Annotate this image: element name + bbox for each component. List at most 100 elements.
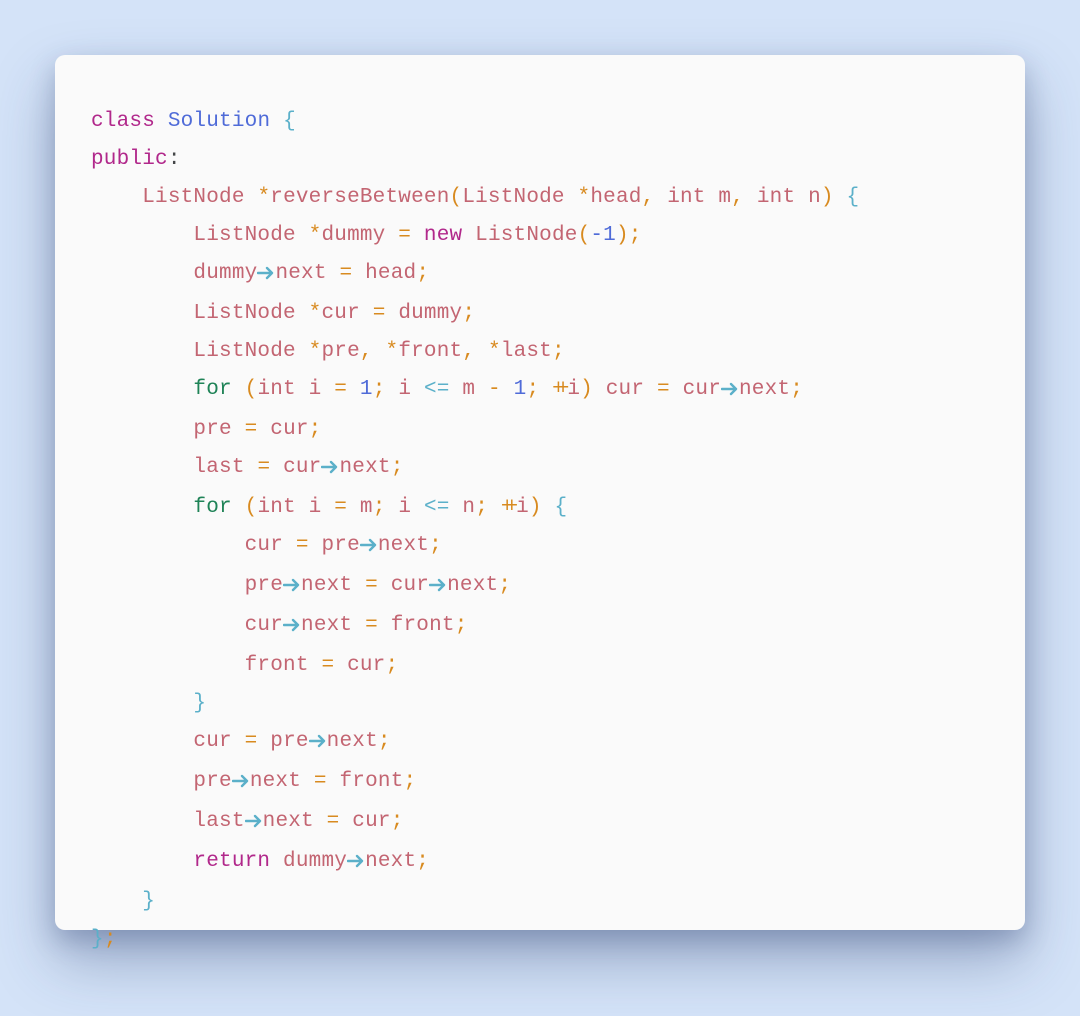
member-next: next [250, 770, 301, 793]
type-listnode: ListNode [462, 186, 564, 209]
member-next: next [275, 262, 326, 285]
param-m: m [718, 186, 731, 209]
type-int: int [757, 186, 795, 209]
var-cur: cur [683, 378, 721, 401]
var-cur: cur [283, 456, 321, 479]
member-next: next [327, 730, 378, 753]
brace-open: { [847, 186, 860, 209]
star-op: * [309, 302, 322, 325]
star-op: * [257, 186, 270, 209]
star-op: * [309, 224, 322, 247]
num-1: 1 [360, 378, 373, 401]
semi: ; [404, 770, 417, 793]
semi: ; [629, 224, 642, 247]
type-listnode: ListNode [142, 186, 244, 209]
var-pre: pre [321, 534, 359, 557]
semi: ; [462, 302, 475, 325]
semi: ; [526, 378, 539, 401]
eq-op: = [398, 224, 411, 247]
minus-op: - [488, 378, 501, 401]
arrow-icon [245, 805, 263, 843]
semi: ; [498, 574, 511, 597]
eq-op: = [314, 770, 327, 793]
brace-open: { [555, 496, 568, 519]
brace-close: } [193, 692, 206, 715]
eq-op: = [365, 574, 378, 597]
var-front: front [391, 614, 455, 637]
semi: ; [391, 456, 404, 479]
brace-close: } [142, 890, 155, 913]
code-card: class Solution { public: ListNode *rever… [55, 55, 1025, 930]
semi: ; [790, 378, 803, 401]
var-i: i [398, 378, 411, 401]
lparen: ( [450, 186, 463, 209]
star-op: * [309, 340, 322, 363]
arrow-icon [721, 373, 739, 411]
var-i: i [309, 496, 322, 519]
semi: ; [429, 534, 442, 557]
semi: ; [455, 614, 468, 637]
lte-op: <= [424, 496, 450, 519]
type-int: int [257, 496, 295, 519]
comma: , [731, 186, 744, 209]
arrow-icon [257, 257, 275, 295]
var-cur: cur [347, 654, 385, 677]
keyword-return: return [193, 850, 270, 873]
eq-op: = [657, 378, 670, 401]
semi: ; [385, 654, 398, 677]
arrow-icon [360, 529, 378, 567]
var-front: front [245, 654, 309, 677]
arrow-icon [283, 569, 301, 607]
rparen: ) [821, 186, 834, 209]
var-cur: cur [321, 302, 359, 325]
num-neg1: -1 [590, 224, 616, 247]
arrow-icon [429, 569, 447, 607]
var-n: n [462, 496, 475, 519]
semi: ; [373, 496, 386, 519]
type-listnode: ListNode [193, 224, 295, 247]
member-next: next [447, 574, 498, 597]
eq-op: = [365, 614, 378, 637]
var-dummy: dummy [398, 302, 462, 325]
semi: ; [391, 810, 404, 833]
num-1: 1 [514, 378, 527, 401]
var-cur: cur [193, 730, 231, 753]
var-cur: cur [606, 378, 644, 401]
var-front: front [398, 340, 462, 363]
lte-op: <= [424, 378, 450, 401]
incr-op: ++ [552, 378, 567, 401]
var-pre: pre [245, 574, 283, 597]
code-block: class Solution { public: ListNode *rever… [91, 103, 989, 959]
rparen: ) [580, 378, 593, 401]
rparen: ) [529, 496, 542, 519]
keyword-public: public [91, 148, 168, 171]
type-int: int [257, 378, 295, 401]
var-cur: cur [352, 810, 390, 833]
var-last: last [193, 456, 244, 479]
keyword-new: new [424, 224, 462, 247]
classname: Solution [168, 110, 270, 133]
var-i: i [398, 496, 411, 519]
var-pre: pre [193, 770, 231, 793]
member-next: next [301, 614, 352, 637]
eq-op: = [334, 496, 347, 519]
brace-close: } [91, 928, 104, 951]
var-front: front [339, 770, 403, 793]
eq-op: = [321, 654, 334, 677]
brace-open: { [283, 110, 296, 133]
member-next: next [739, 378, 790, 401]
eq-op: = [327, 810, 340, 833]
type-listnode: ListNode [193, 340, 295, 363]
param-head: head [590, 186, 641, 209]
member-next: next [365, 850, 416, 873]
incr-op: ++ [501, 496, 516, 519]
var-m: m [360, 496, 373, 519]
comma: , [360, 340, 373, 363]
semi: ; [104, 928, 117, 951]
eq-op: = [257, 456, 270, 479]
semi: ; [475, 496, 488, 519]
var-m: m [462, 378, 475, 401]
arrow-icon [309, 725, 327, 763]
star-op: * [488, 340, 501, 363]
semi: ; [378, 730, 391, 753]
